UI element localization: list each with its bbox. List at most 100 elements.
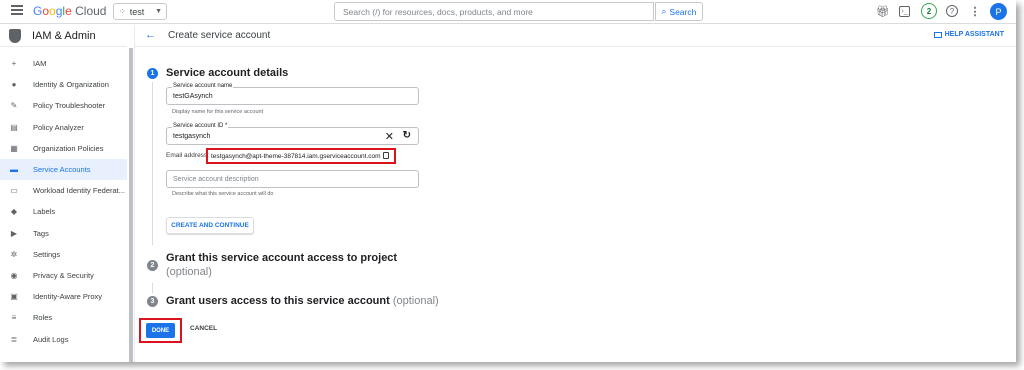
email-address-value: testgasynch@apt-theme-387814.iam.gservic… <box>211 153 381 160</box>
step-connector <box>152 283 153 293</box>
list-document-icon: ▦ <box>10 143 18 153</box>
page-header: ← Create service account HELP ASSISTANT <box>135 25 1016 47</box>
sidebar-item-label: Audit Logs <box>33 334 69 344</box>
back-arrow-icon[interactable]: ← <box>145 29 156 41</box>
proxy-icon: ▣ <box>10 292 18 302</box>
name-helper-text: Display name for this service account <box>172 109 264 115</box>
email-label: Email address: <box>166 152 209 159</box>
sidebar-header: IAM & Admin <box>0 25 127 47</box>
sidebar-item[interactable]: ▤ Policy Analyzer <box>0 117 127 138</box>
sidebar-item-label: Workload Identity Federat... <box>33 186 125 196</box>
service-account-name-field[interactable]: Service account name testGAsynch <box>166 83 419 105</box>
step-3-number: 3 <box>147 296 158 307</box>
email-address-highlight: testgasynch@apt-theme-387814.iam.gservic… <box>206 148 396 164</box>
shield-icon: ◉ <box>10 271 18 280</box>
sidebar-item-label: Tags <box>33 228 49 238</box>
chevron-down-icon: ▼ <box>155 8 162 15</box>
help-assistant-label: HELP ASSISTANT <box>944 31 1004 38</box>
sidebar-item-label: Organization Policies <box>33 143 104 153</box>
cancel-button[interactable]: CANCEL <box>190 325 217 332</box>
step-1-number: 1 <box>147 68 158 79</box>
notification-badge[interactable]: 2 <box>921 3 937 19</box>
step-2-number: 2 <box>147 260 158 271</box>
sidebar-item[interactable]: ▬ Service Accounts <box>0 159 127 180</box>
sidebar-title: IAM & Admin <box>32 29 96 42</box>
search-input[interactable]: Search (/) for resources, docs, products… <box>334 2 654 21</box>
sidebar-item[interactable]: ● Identity & Organization <box>0 74 127 95</box>
sidebar-item-label: Policy Analyzer <box>33 122 84 132</box>
browser-frame: Google Cloud ⁘ test ▼ Search (/) for res… <box>0 0 1016 362</box>
gift-icon[interactable]: 🎁︎ <box>876 4 890 18</box>
sidebar-item[interactable]: ✲ Settings <box>0 244 127 265</box>
sidebar-item[interactable]: ◆ Labels <box>0 201 127 222</box>
id-card-icon: ▭ <box>10 186 18 196</box>
label-icon: ◆ <box>10 207 18 217</box>
name-field-value: testGAsynch <box>173 93 213 100</box>
page-title: Create service account <box>168 30 271 41</box>
top-bar: Google Cloud ⁘ test ▼ Search (/) for res… <box>0 0 1016 24</box>
search-icon: ⌕ <box>661 6 667 16</box>
name-field-label: Service account name <box>172 83 234 89</box>
account-circle-icon: ● <box>11 80 17 90</box>
sidebar: IAM & Admin + IAM ● Identity & Organization… <box>0 25 127 362</box>
search-button-label: Search <box>669 6 697 17</box>
service-account-id-field[interactable]: Service account ID * testgasynch ✕ ↻ <box>166 123 419 145</box>
id-field-value: testgasynch <box>173 133 211 140</box>
sidebar-item-label: Identity & Organization <box>33 80 109 90</box>
step-3-title-text: Grant users access to this service accou… <box>166 295 390 307</box>
create-and-continue-button[interactable]: CREATE AND CONTINUE <box>166 217 254 234</box>
sidebar-scrollbar[interactable] <box>129 48 133 362</box>
google-cloud-logo[interactable]: Google Cloud <box>33 4 106 18</box>
sidebar-item-label: Service Accounts <box>33 165 91 174</box>
refresh-icon[interactable]: ↻ <box>403 130 411 141</box>
sidebar-item-label: Policy Troubleshooter <box>33 101 106 111</box>
project-name: test <box>129 6 145 17</box>
help-assistant-button[interactable]: HELP ASSISTANT <box>933 31 1004 38</box>
done-button-highlight: DONE <box>139 318 182 343</box>
tag-icon: ▶ <box>10 228 18 238</box>
sidebar-item[interactable]: ≡ Roles <box>0 307 127 328</box>
sidebar-item[interactable]: ▣ Identity-Aware Proxy <box>0 286 127 307</box>
done-button[interactable]: DONE <box>146 323 175 338</box>
document-search-icon: ▤ <box>10 122 18 132</box>
clear-icon[interactable]: ✕ <box>385 130 394 143</box>
project-icon: ⁘ <box>119 7 126 16</box>
iam-shield-icon <box>9 28 21 43</box>
chat-icon <box>933 31 942 38</box>
sidebar-item[interactable]: + IAM <box>0 53 127 74</box>
step-1-title: Service account details <box>166 67 289 79</box>
id-field-label: Service account ID * <box>172 123 229 129</box>
more-vert-icon[interactable]: ⋮ <box>968 4 982 18</box>
step-3-title[interactable]: Grant users access to this service accou… <box>166 295 439 307</box>
sidebar-item-label: Identity-Aware Proxy <box>33 292 103 302</box>
sidebar-item-label: IAM <box>33 59 47 68</box>
sidebar-item[interactable]: ▶ Tags <box>0 223 127 244</box>
sidebar-item[interactable]: ✎ Policy Troubleshooter <box>0 95 127 116</box>
step-connector <box>152 82 153 245</box>
sidebar-item[interactable]: ◉ Privacy & Security <box>0 265 127 286</box>
sidebar-item[interactable]: ≣ Audit Logs <box>0 329 127 350</box>
roles-icon: ≡ <box>11 313 17 323</box>
description-placeholder: Service account description <box>173 176 259 183</box>
step-3-optional: (optional) <box>392 295 439 307</box>
service-account-icon: ▬ <box>10 165 18 174</box>
step-2-title[interactable]: Grant this service account access to pro… <box>166 252 397 264</box>
divider <box>134 25 135 362</box>
sidebar-item-label: Settings <box>33 249 61 259</box>
help-icon[interactable]: ? <box>946 5 958 17</box>
sidebar-item-label: Labels <box>33 207 56 217</box>
add-person-icon: + <box>11 59 17 68</box>
sidebar-item[interactable]: ▦ Organization Policies <box>0 138 127 159</box>
copy-icon[interactable] <box>383 152 389 159</box>
gear-icon: ✲ <box>10 249 18 259</box>
avatar[interactable]: P <box>990 3 1007 20</box>
step-2-optional: (optional) <box>166 266 212 278</box>
terminal-icon[interactable]: ›_ <box>899 6 910 17</box>
sidebar-item-label: Roles <box>33 313 53 323</box>
service-account-description-field[interactable]: Service account description <box>166 170 419 188</box>
sidebar-item[interactable]: ▭ Workload Identity Federat... <box>0 180 127 201</box>
wrench-icon: ✎ <box>10 101 18 111</box>
hamburger-menu-icon[interactable] <box>11 5 23 17</box>
search-button[interactable]: ⌕ Search <box>655 2 703 21</box>
project-selector[interactable]: ⁘ test ▼ <box>113 3 167 20</box>
